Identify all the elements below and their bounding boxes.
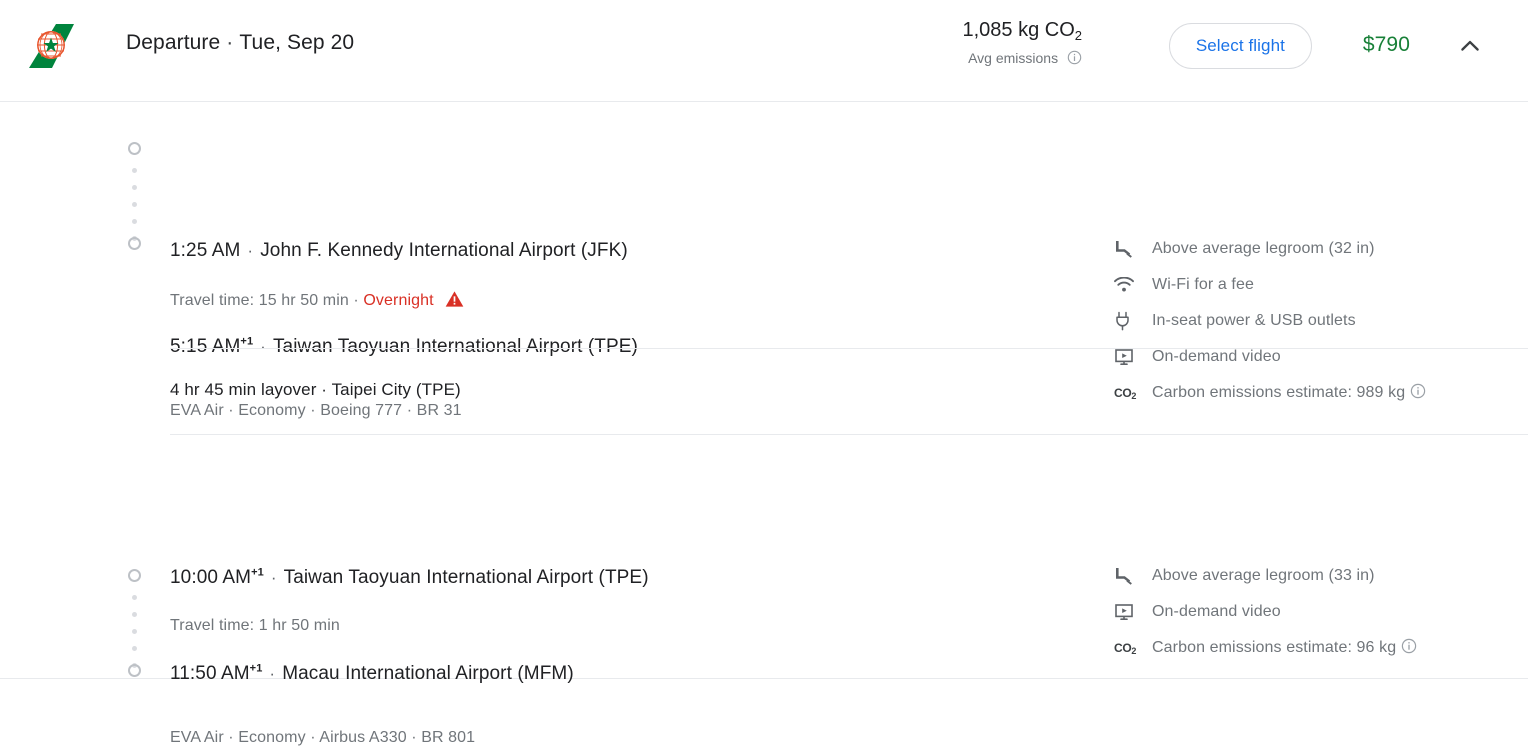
segment-1-amenities: Above average legroom (32 in) Wi-Fi for … xyxy=(1114,231,1426,411)
segment-1-departure-line: 1:25 AM · John F. Kennedy International Ai… xyxy=(170,240,628,262)
amenity-row: On-demand video xyxy=(1114,339,1426,375)
flight-price: $790 xyxy=(1362,33,1410,56)
wifi-icon xyxy=(1114,274,1138,296)
page-title: Departure · Tue, Sep 20 xyxy=(126,31,354,55)
timeline-ring-depart xyxy=(128,569,141,582)
departure-airport: Taiwan Taoyuan International Airport (TP… xyxy=(283,567,649,588)
header-date: Tue, Sep 20 xyxy=(239,31,355,54)
co2-icon: CO2 xyxy=(1114,386,1137,401)
segment-2-travel-time: Travel time: 1 hr 50 min xyxy=(170,617,340,634)
eva-air-tail-logo xyxy=(27,22,77,70)
segment-2-carrier-info: EVA Air · Economy · Airbus A330 · BR 801 xyxy=(170,729,476,746)
amenity-row: On-demand video xyxy=(1114,594,1417,630)
co2-subscript: 2 xyxy=(1074,28,1082,43)
timeline-dot xyxy=(132,168,137,173)
departure-airport: John F. Kennedy International Airport (J… xyxy=(260,240,628,261)
segment-2-amenities: Above average legroom (33 in) On-demand … xyxy=(1114,558,1417,666)
amenity-row: In-seat power & USB outlets xyxy=(1114,303,1426,339)
amenity-label: In-seat power & USB outlets xyxy=(1152,312,1356,329)
power-plug-icon xyxy=(1114,310,1138,332)
warning-triangle-icon xyxy=(445,290,464,313)
amenity-label: On-demand video xyxy=(1152,603,1281,620)
segment-1-carrier-info: EVA Air · Economy · Boeing 777 · BR 31 xyxy=(170,402,462,419)
amenity-row: CO2 Carbon emissions estimate: 96 kg xyxy=(1114,630,1417,666)
amenity-label: Carbon emissions estimate: 989 kg xyxy=(1152,384,1406,401)
timeline-dot xyxy=(132,185,137,190)
flight-header[interactable]: Departure · Tue, Sep 20 1,085 kg CO2 Avg e… xyxy=(0,0,1528,102)
arrival-time: 5:15 AM xyxy=(170,336,241,357)
arrival-airport: Macau International Airport (MFM) xyxy=(282,663,574,684)
timeline-dot xyxy=(132,629,137,634)
arrival-airport: Taiwan Taoyuan International Airport (TP… xyxy=(272,336,638,357)
flight-detail-card: Departure · Tue, Sep 20 1,085 kg CO2 Avg e… xyxy=(0,0,1528,746)
segment-1-travel-time: Travel time: 15 hr 50 min · Overnight xyxy=(170,290,464,313)
avg-emissions-block: 1,085 kg CO2 Avg emissions xyxy=(822,16,1082,70)
co2-icon: CO2 xyxy=(1114,641,1137,656)
amenity-label: Above average legroom (32 in) xyxy=(1152,240,1375,257)
video-screen-icon xyxy=(1114,346,1138,368)
amenity-label: Above average legroom (33 in) xyxy=(1152,567,1375,584)
travel-time-text: Travel time: 15 hr 50 min xyxy=(170,292,349,309)
segment-1-arrival-line: 5:15 AM+1 · Taiwan Taoyuan International A… xyxy=(170,336,638,358)
timeline-dot xyxy=(132,219,137,224)
info-icon[interactable] xyxy=(1067,50,1082,70)
amenity-row: Wi-Fi for a fee xyxy=(1114,267,1426,303)
segment-2-arrival-line: 11:50 AM+1 · Macau International Airport (… xyxy=(170,663,574,685)
dot-separator: · xyxy=(260,337,266,356)
layover-text: 4 hr 45 min layover · Taipei City (TPE) xyxy=(170,380,461,399)
emissions-label-row: Avg emissions xyxy=(822,48,1082,70)
overnight-label: Overnight xyxy=(363,292,434,309)
timeline-dot xyxy=(132,646,137,651)
dot-separator: · xyxy=(269,664,276,683)
legroom-icon xyxy=(1114,238,1138,260)
timeline-ring-depart xyxy=(128,142,141,155)
info-icon[interactable] xyxy=(1410,383,1426,404)
timeline-ring-arrive xyxy=(128,237,141,250)
dot-separator: · xyxy=(247,241,254,260)
amenity-row: Above average legroom (32 in) xyxy=(1114,231,1426,267)
segment-2-departure-line: 10:00 AM+1 · Taiwan Taoyuan International … xyxy=(170,567,649,589)
amenity-row: Above average legroom (33 in) xyxy=(1114,558,1417,594)
select-flight-button[interactable]: Select flight xyxy=(1168,23,1312,69)
emissions-value: 1,085 kg CO2 xyxy=(962,19,1082,43)
timeline-dot xyxy=(132,202,137,207)
arrival-day-offset: +1 xyxy=(240,335,254,348)
amenity-label: Wi-Fi for a fee xyxy=(1152,276,1254,293)
header-direction: Departure xyxy=(126,31,221,54)
departure-day-offset: +1 xyxy=(251,566,264,579)
arrival-day-offset: +1 xyxy=(249,662,263,675)
amenity-label: On-demand video xyxy=(1152,348,1281,365)
timeline-ring-arrive xyxy=(128,664,141,677)
departure-time: 1:25 AM xyxy=(170,240,241,261)
travel-separator: · xyxy=(353,292,359,309)
info-icon[interactable] xyxy=(1401,638,1417,659)
layover-divider-bottom xyxy=(170,434,1528,435)
departure-time: 10:00 AM xyxy=(170,567,252,588)
emissions-label: Avg emissions xyxy=(968,50,1059,66)
chevron-up-icon[interactable] xyxy=(1456,32,1484,60)
header-separator: · xyxy=(226,31,234,54)
arrival-time: 11:50 AM xyxy=(170,663,250,684)
video-screen-icon xyxy=(1114,601,1138,623)
amenity-row: CO2 Carbon emissions estimate: 989 kg xyxy=(1114,375,1426,411)
dot-separator: · xyxy=(270,568,277,587)
timeline-dot xyxy=(132,595,137,600)
amenity-label: Carbon emissions estimate: 96 kg xyxy=(1152,639,1397,656)
timeline-dot xyxy=(132,612,137,617)
legroom-icon xyxy=(1114,565,1138,587)
layover-divider-top xyxy=(170,348,1528,349)
